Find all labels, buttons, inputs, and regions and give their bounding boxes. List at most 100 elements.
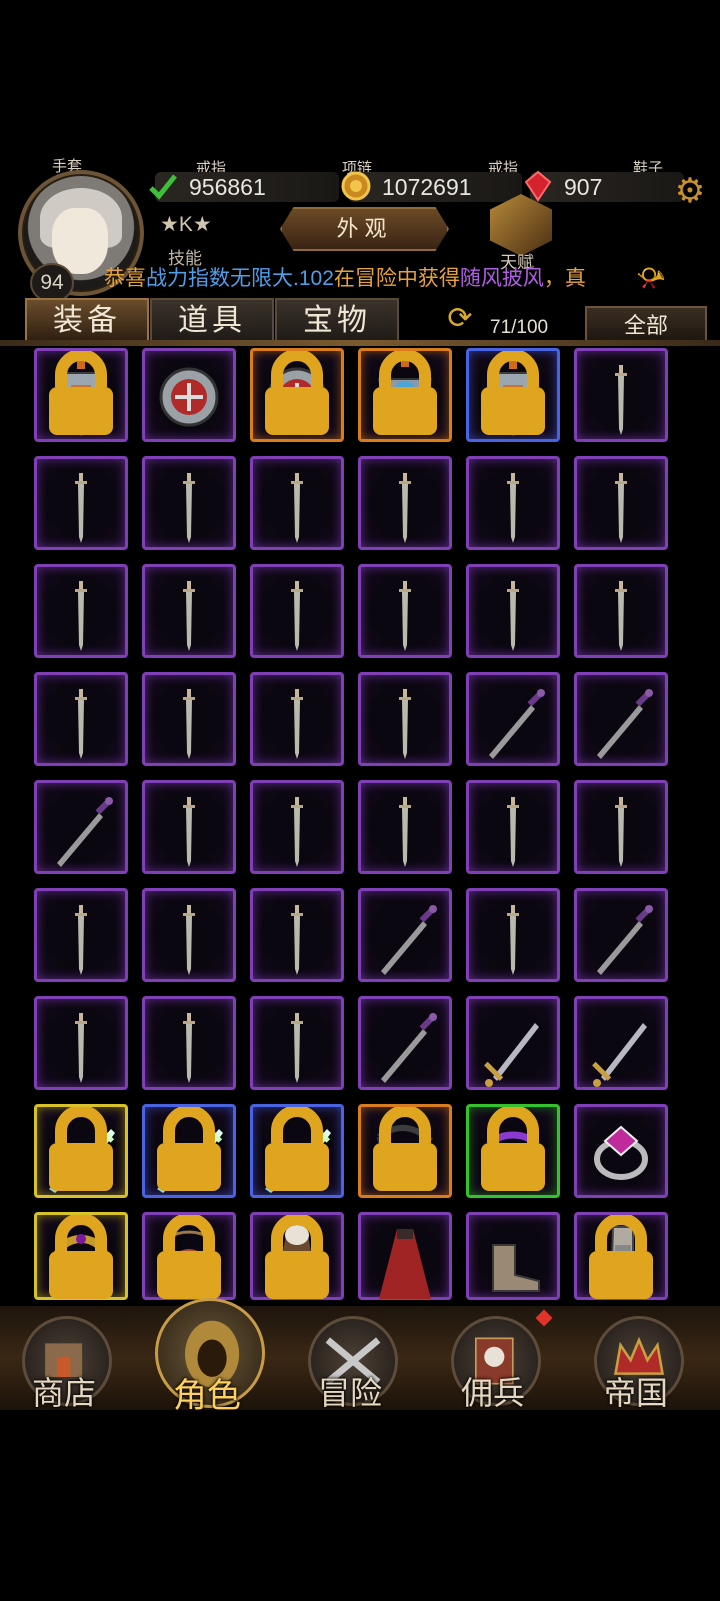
- gear-icon[interactable]: ⚙: [673, 174, 707, 208]
- gem-ring-icon: [594, 1125, 648, 1180]
- nav-hooded-character[interactable]: 角色: [155, 1298, 265, 1415]
- inventory-slot[interactable]: [250, 348, 344, 442]
- inventory-slot[interactable]: [34, 996, 128, 1090]
- inventory-slot[interactable]: [142, 348, 236, 442]
- news-part-3: 在冒险中获得: [333, 267, 460, 290]
- tab-equipment[interactable]: 装备: [25, 298, 149, 344]
- inventory-slot[interactable]: [250, 780, 344, 874]
- rank-text: ★K★: [160, 213, 212, 236]
- short-sword-icon: [291, 689, 303, 759]
- nav-crown[interactable]: 帝国: [586, 1310, 686, 1411]
- ring-crest-icon: [159, 367, 219, 427]
- power-display: 956861: [149, 172, 339, 202]
- inventory-slot[interactable]: [466, 780, 560, 874]
- inventory-slot[interactable]: [142, 888, 236, 982]
- inventory-slot[interactable]: [466, 456, 560, 550]
- short-sword-icon: [75, 581, 87, 651]
- inventory-slot[interactable]: [358, 888, 452, 982]
- inventory-slot[interactable]: [142, 672, 236, 766]
- short-sword-icon: [615, 473, 627, 543]
- nav-crossed-swords[interactable]: 冒险: [300, 1310, 400, 1411]
- inventory-slot[interactable]: [358, 1104, 452, 1198]
- inventory-slot[interactable]: [466, 996, 560, 1090]
- short-sword-icon: [399, 689, 411, 759]
- inventory-slot[interactable]: [34, 780, 128, 874]
- inventory-slot[interactable]: [142, 1104, 236, 1198]
- inventory-slot[interactable]: [250, 1212, 344, 1300]
- inventory-slot[interactable]: [34, 456, 128, 550]
- lock-icon: [373, 351, 437, 435]
- news-part-5: ，真: [543, 267, 586, 290]
- inventory-slot[interactable]: [142, 996, 236, 1090]
- panel-border: [0, 340, 720, 346]
- lock-icon: [265, 1107, 329, 1191]
- refresh-sort-icon[interactable]: ⟳: [438, 300, 482, 338]
- green-check-icon: [149, 174, 177, 200]
- inventory-slot[interactable]: [142, 780, 236, 874]
- inventory-slot[interactable]: [358, 348, 452, 442]
- inventory-slot[interactable]: [250, 888, 344, 982]
- short-sword-icon: [183, 1013, 195, 1083]
- dark-sword-icon: [597, 689, 653, 759]
- nav-label: 商店: [31, 1375, 96, 1411]
- inventory-slot[interactable]: [574, 780, 668, 874]
- inventory-slot[interactable]: [250, 1104, 344, 1198]
- inventory-slot[interactable]: [574, 1212, 668, 1300]
- inventory-slot[interactable]: [574, 888, 668, 982]
- horn-icon[interactable]: 📯: [636, 265, 666, 293]
- inventory-slot[interactable]: [466, 1212, 560, 1300]
- dark-sword-icon: [57, 797, 113, 867]
- inventory-slot[interactable]: [250, 456, 344, 550]
- inventory-slot[interactable]: [574, 348, 668, 442]
- nav-label: 冒险: [317, 1375, 382, 1411]
- inventory-slot[interactable]: [574, 996, 668, 1090]
- inventory-slot[interactable]: [250, 996, 344, 1090]
- inventory-slot[interactable]: [358, 1212, 452, 1300]
- inventory-slot[interactable]: [358, 780, 452, 874]
- filter-all-button[interactable]: 全部: [585, 306, 707, 344]
- nav-mercenary-cards[interactable]: 佣兵: [443, 1310, 543, 1411]
- short-sword-icon: [399, 473, 411, 543]
- inventory-slot[interactable]: [574, 672, 668, 766]
- inventory-slot[interactable]: [574, 564, 668, 658]
- inventory-slot[interactable]: [358, 672, 452, 766]
- game-screen: { "header": { "slot_labels": ["手套", "戒指"…: [0, 0, 720, 1601]
- inventory-slot[interactable]: [142, 564, 236, 658]
- inventory-slot[interactable]: [358, 564, 452, 658]
- inventory-slot[interactable]: [466, 1104, 560, 1198]
- inventory-slot[interactable]: [34, 672, 128, 766]
- inventory-slot[interactable]: [466, 348, 560, 442]
- inventory-slot[interactable]: [574, 456, 668, 550]
- nav-label: 佣兵: [460, 1375, 525, 1411]
- short-sword-icon: [183, 905, 195, 975]
- lock-icon: [265, 1215, 329, 1299]
- inventory-slot[interactable]: [358, 456, 452, 550]
- nav-castle-shop[interactable]: 商店: [14, 1310, 114, 1411]
- inventory-slot[interactable]: [34, 1104, 128, 1198]
- inventory-slot[interactable]: [34, 564, 128, 658]
- inventory-slot[interactable]: [466, 888, 560, 982]
- dark-sword-icon: [597, 905, 653, 975]
- lock-icon: [373, 1107, 437, 1191]
- inventory-slot[interactable]: [250, 564, 344, 658]
- inventory-slot[interactable]: [34, 888, 128, 982]
- inventory-slot[interactable]: [34, 348, 128, 442]
- inventory-slot[interactable]: [466, 672, 560, 766]
- tab-items[interactable]: 道具: [150, 298, 274, 344]
- inventory-slot[interactable]: [358, 996, 452, 1090]
- appearance-button[interactable]: 外观: [280, 207, 449, 251]
- inventory-slot[interactable]: [574, 1104, 668, 1198]
- short-sword-icon: [291, 797, 303, 867]
- inventory-slot[interactable]: [142, 456, 236, 550]
- short-sword-icon: [183, 797, 195, 867]
- gold-sword-icon: [592, 1023, 647, 1087]
- gem-value: 907: [564, 174, 603, 200]
- inventory-slot[interactable]: [250, 672, 344, 766]
- inventory-slot[interactable]: [142, 1212, 236, 1300]
- tab-treasures[interactable]: 宝物: [275, 298, 399, 344]
- short-sword-icon: [615, 797, 627, 867]
- talent-icon[interactable]: [490, 194, 552, 256]
- short-sword-icon: [507, 797, 519, 867]
- inventory-slot[interactable]: [466, 564, 560, 658]
- inventory-slot[interactable]: [34, 1212, 128, 1300]
